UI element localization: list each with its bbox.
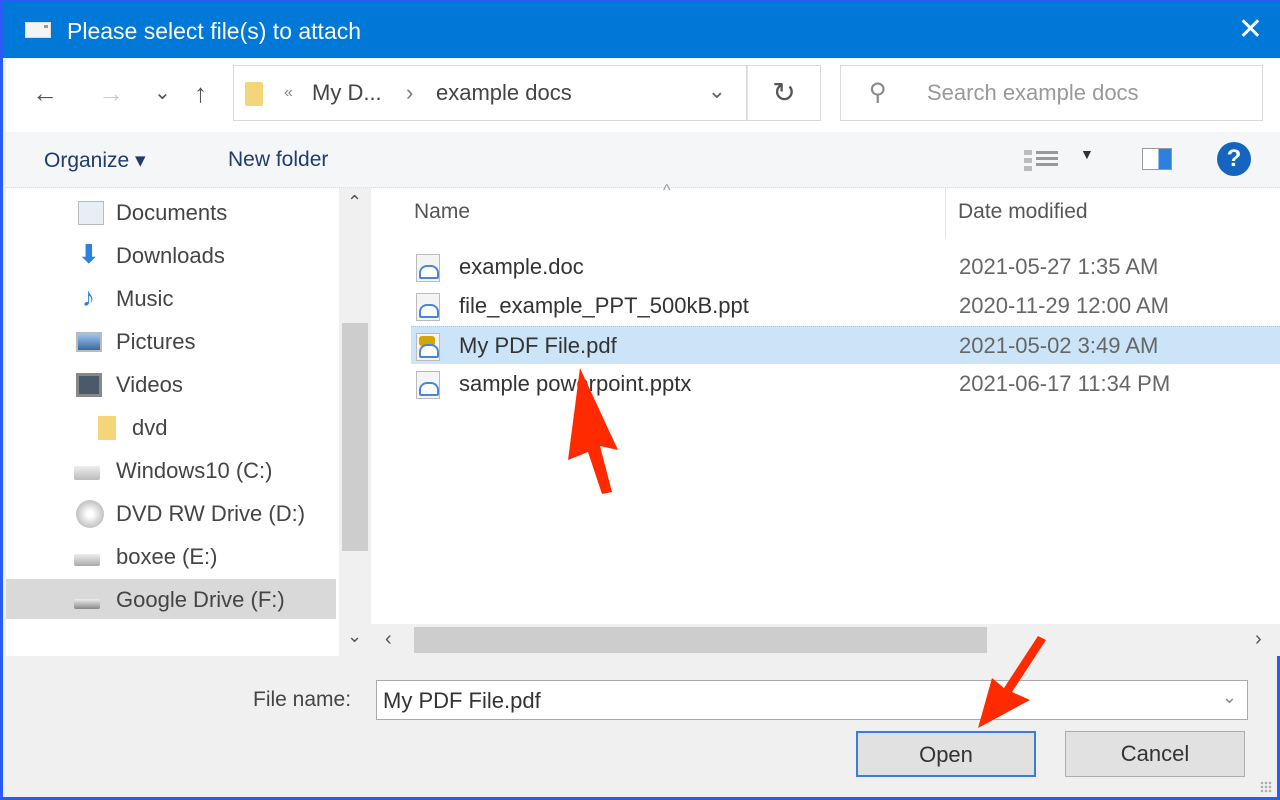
drive-icon [74, 599, 100, 609]
file-row[interactable]: sample powerpoint.pptx 2021-06-17 11:34 … [411, 365, 1280, 403]
sidebar-item-label: Documents [116, 200, 228, 225]
file-open-dialog: Please select file(s) to attach ✕ ← → ⌄ … [0, 0, 1280, 800]
help-icon[interactable]: ? [1217, 142, 1251, 176]
annotation-arrow-open [978, 636, 1046, 728]
music-icon: ♪ [82, 282, 95, 312]
sidebar-item-label: Videos [116, 372, 183, 397]
scroll-right-icon[interactable]: › [1255, 628, 1262, 651]
sidebar-item-dvd-rw-drive-d[interactable]: DVD RW Drive (D:) [6, 493, 336, 533]
sidebar-item-dvd[interactable]: dvd [6, 407, 336, 447]
sidebar-item-windows10-c[interactable]: Windows10 (C:) [6, 450, 336, 490]
file-name-label: File name: [253, 688, 352, 711]
downloads-icon: ⬇ [78, 239, 100, 269]
folder-icon [98, 416, 116, 440]
pictures-icon [76, 332, 102, 352]
sidebar-scroll-thumb[interactable] [342, 323, 368, 551]
window-title: Please select file(s) to attach [67, 18, 362, 44]
back-button[interactable]: ← [32, 78, 58, 109]
search-placeholder: Search example docs [927, 80, 1139, 105]
file-date: 2021-06-17 11:34 PM [959, 371, 1171, 396]
sidebar-item-music[interactable]: ♪ Music [6, 278, 336, 318]
file-date: 2021-05-27 1:35 AM [959, 254, 1159, 279]
preview-pane-icon[interactable] [1142, 148, 1172, 170]
sidebar-item-label: Music [116, 286, 174, 311]
up-button[interactable]: ↑ [194, 78, 207, 109]
search-icon: ⚲ [869, 79, 887, 106]
column-header-date-modified[interactable]: Date modified [958, 200, 1088, 224]
sidebar-item-documents[interactable]: Documents [6, 192, 336, 232]
refresh-button[interactable]: ↻ [747, 65, 821, 121]
ppt-file-icon [416, 293, 440, 321]
file-date: 2020-11-29 12:00 AM [959, 293, 1169, 318]
column-divider[interactable] [945, 188, 946, 238]
navigation-bar: ← → ⌄ ↑ « My D... › example docs ⌄ ↻ ⚲ S… [6, 58, 1280, 132]
videos-icon [76, 373, 102, 397]
breadcrumb-my-documents[interactable]: My D... [312, 80, 382, 106]
file-name-dropdown-icon[interactable]: ⌄ [1222, 687, 1237, 708]
file-name-input[interactable]: My PDF File.pdf ⌄ [376, 680, 1248, 720]
drive-icon [74, 554, 100, 566]
sidebar-item-label: Pictures [116, 329, 196, 354]
sidebar-item-label: dvd [132, 415, 168, 440]
new-folder-button[interactable]: New folder [228, 148, 328, 172]
sidebar-item-google-drive-f[interactable]: Google Drive (F:) [6, 579, 336, 619]
column-header-name[interactable]: Name [414, 200, 470, 224]
file-name: My PDF File.pdf [459, 333, 617, 358]
sidebar-item-pictures[interactable]: Pictures [6, 321, 336, 361]
navigation-pane: Documents ⬇ Downloads ♪ Music Pictures V… [6, 188, 371, 656]
file-name: example.doc [459, 254, 584, 279]
view-options-dropdown[interactable]: ▼ [1080, 146, 1094, 162]
dvd-drive-icon [76, 500, 104, 528]
file-row[interactable]: file_example_PPT_500kB.ppt 2020-11-29 12… [411, 287, 1280, 325]
breadcrumb-example-docs[interactable]: example docs [436, 80, 572, 106]
sidebar-item-videos[interactable]: Videos [6, 364, 336, 404]
view-options-icon[interactable] [1024, 148, 1058, 174]
pptx-file-icon [416, 371, 440, 399]
forward-button[interactable]: → [98, 78, 124, 109]
horizontal-scroll-thumb[interactable] [414, 627, 987, 653]
doc-file-icon [416, 254, 440, 282]
sidebar-item-downloads[interactable]: ⬇ Downloads [6, 235, 336, 275]
close-icon[interactable]: ✕ [1238, 12, 1263, 47]
sort-ascending-icon: ^ [663, 182, 671, 199]
resize-grip[interactable] [1260, 781, 1272, 793]
windows-drive-icon [74, 466, 100, 480]
file-row[interactable]: example.doc 2021-05-27 1:35 AM [411, 248, 1280, 286]
file-name: file_example_PPT_500kB.ppt [459, 293, 749, 318]
sidebar-scrollbar[interactable]: ⌃ ⌄ [339, 188, 371, 656]
file-date: 2021-05-02 3:49 AM [959, 333, 1159, 358]
window-icon [25, 22, 51, 38]
title-bar: Please select file(s) to attach ✕ [3, 0, 1280, 58]
recent-locations-button[interactable]: ⌄ [154, 80, 171, 105]
annotation-arrow-file [568, 368, 618, 494]
organize-button[interactable]: Organize ▾ [44, 148, 146, 173]
cancel-button[interactable]: Cancel [1065, 731, 1245, 777]
file-list-horizontal-scrollbar[interactable]: ‹ › [371, 624, 1280, 656]
file-name-value: My PDF File.pdf [383, 688, 541, 713]
sidebar-item-label: Google Drive (F:) [116, 587, 285, 612]
scroll-left-icon[interactable]: ‹ [385, 628, 392, 651]
command-bar: Organize ▾ New folder ▼ ? [6, 132, 1280, 188]
address-dropdown-icon[interactable]: ⌄ [708, 78, 726, 104]
sidebar-item-label: boxee (E:) [116, 544, 218, 569]
sidebar-item-label: DVD RW Drive (D:) [116, 501, 306, 526]
folder-icon [245, 82, 263, 106]
breadcrumb-separator: › [406, 80, 414, 105]
sidebar-item-label: Downloads [116, 243, 225, 268]
address-bar[interactable]: « My D... › example docs ⌄ [233, 65, 747, 121]
breadcrumb-overflow[interactable]: « [284, 84, 293, 102]
file-list: ^ Name Date modified example.doc 2021-05… [371, 182, 1280, 656]
pdf-file-icon [416, 333, 440, 361]
sidebar-item-boxee-e[interactable]: boxee (E:) [6, 536, 336, 576]
search-box[interactable]: ⚲ Search example docs [840, 65, 1263, 121]
open-button[interactable]: Open [856, 731, 1036, 777]
documents-icon [78, 201, 104, 225]
scroll-down-icon[interactable]: ⌄ [347, 626, 362, 647]
sidebar-item-label: Windows10 (C:) [116, 458, 273, 483]
scroll-up-icon[interactable]: ⌃ [347, 192, 362, 213]
file-row-selected[interactable]: My PDF File.pdf 2021-05-02 3:49 AM [411, 326, 1280, 364]
